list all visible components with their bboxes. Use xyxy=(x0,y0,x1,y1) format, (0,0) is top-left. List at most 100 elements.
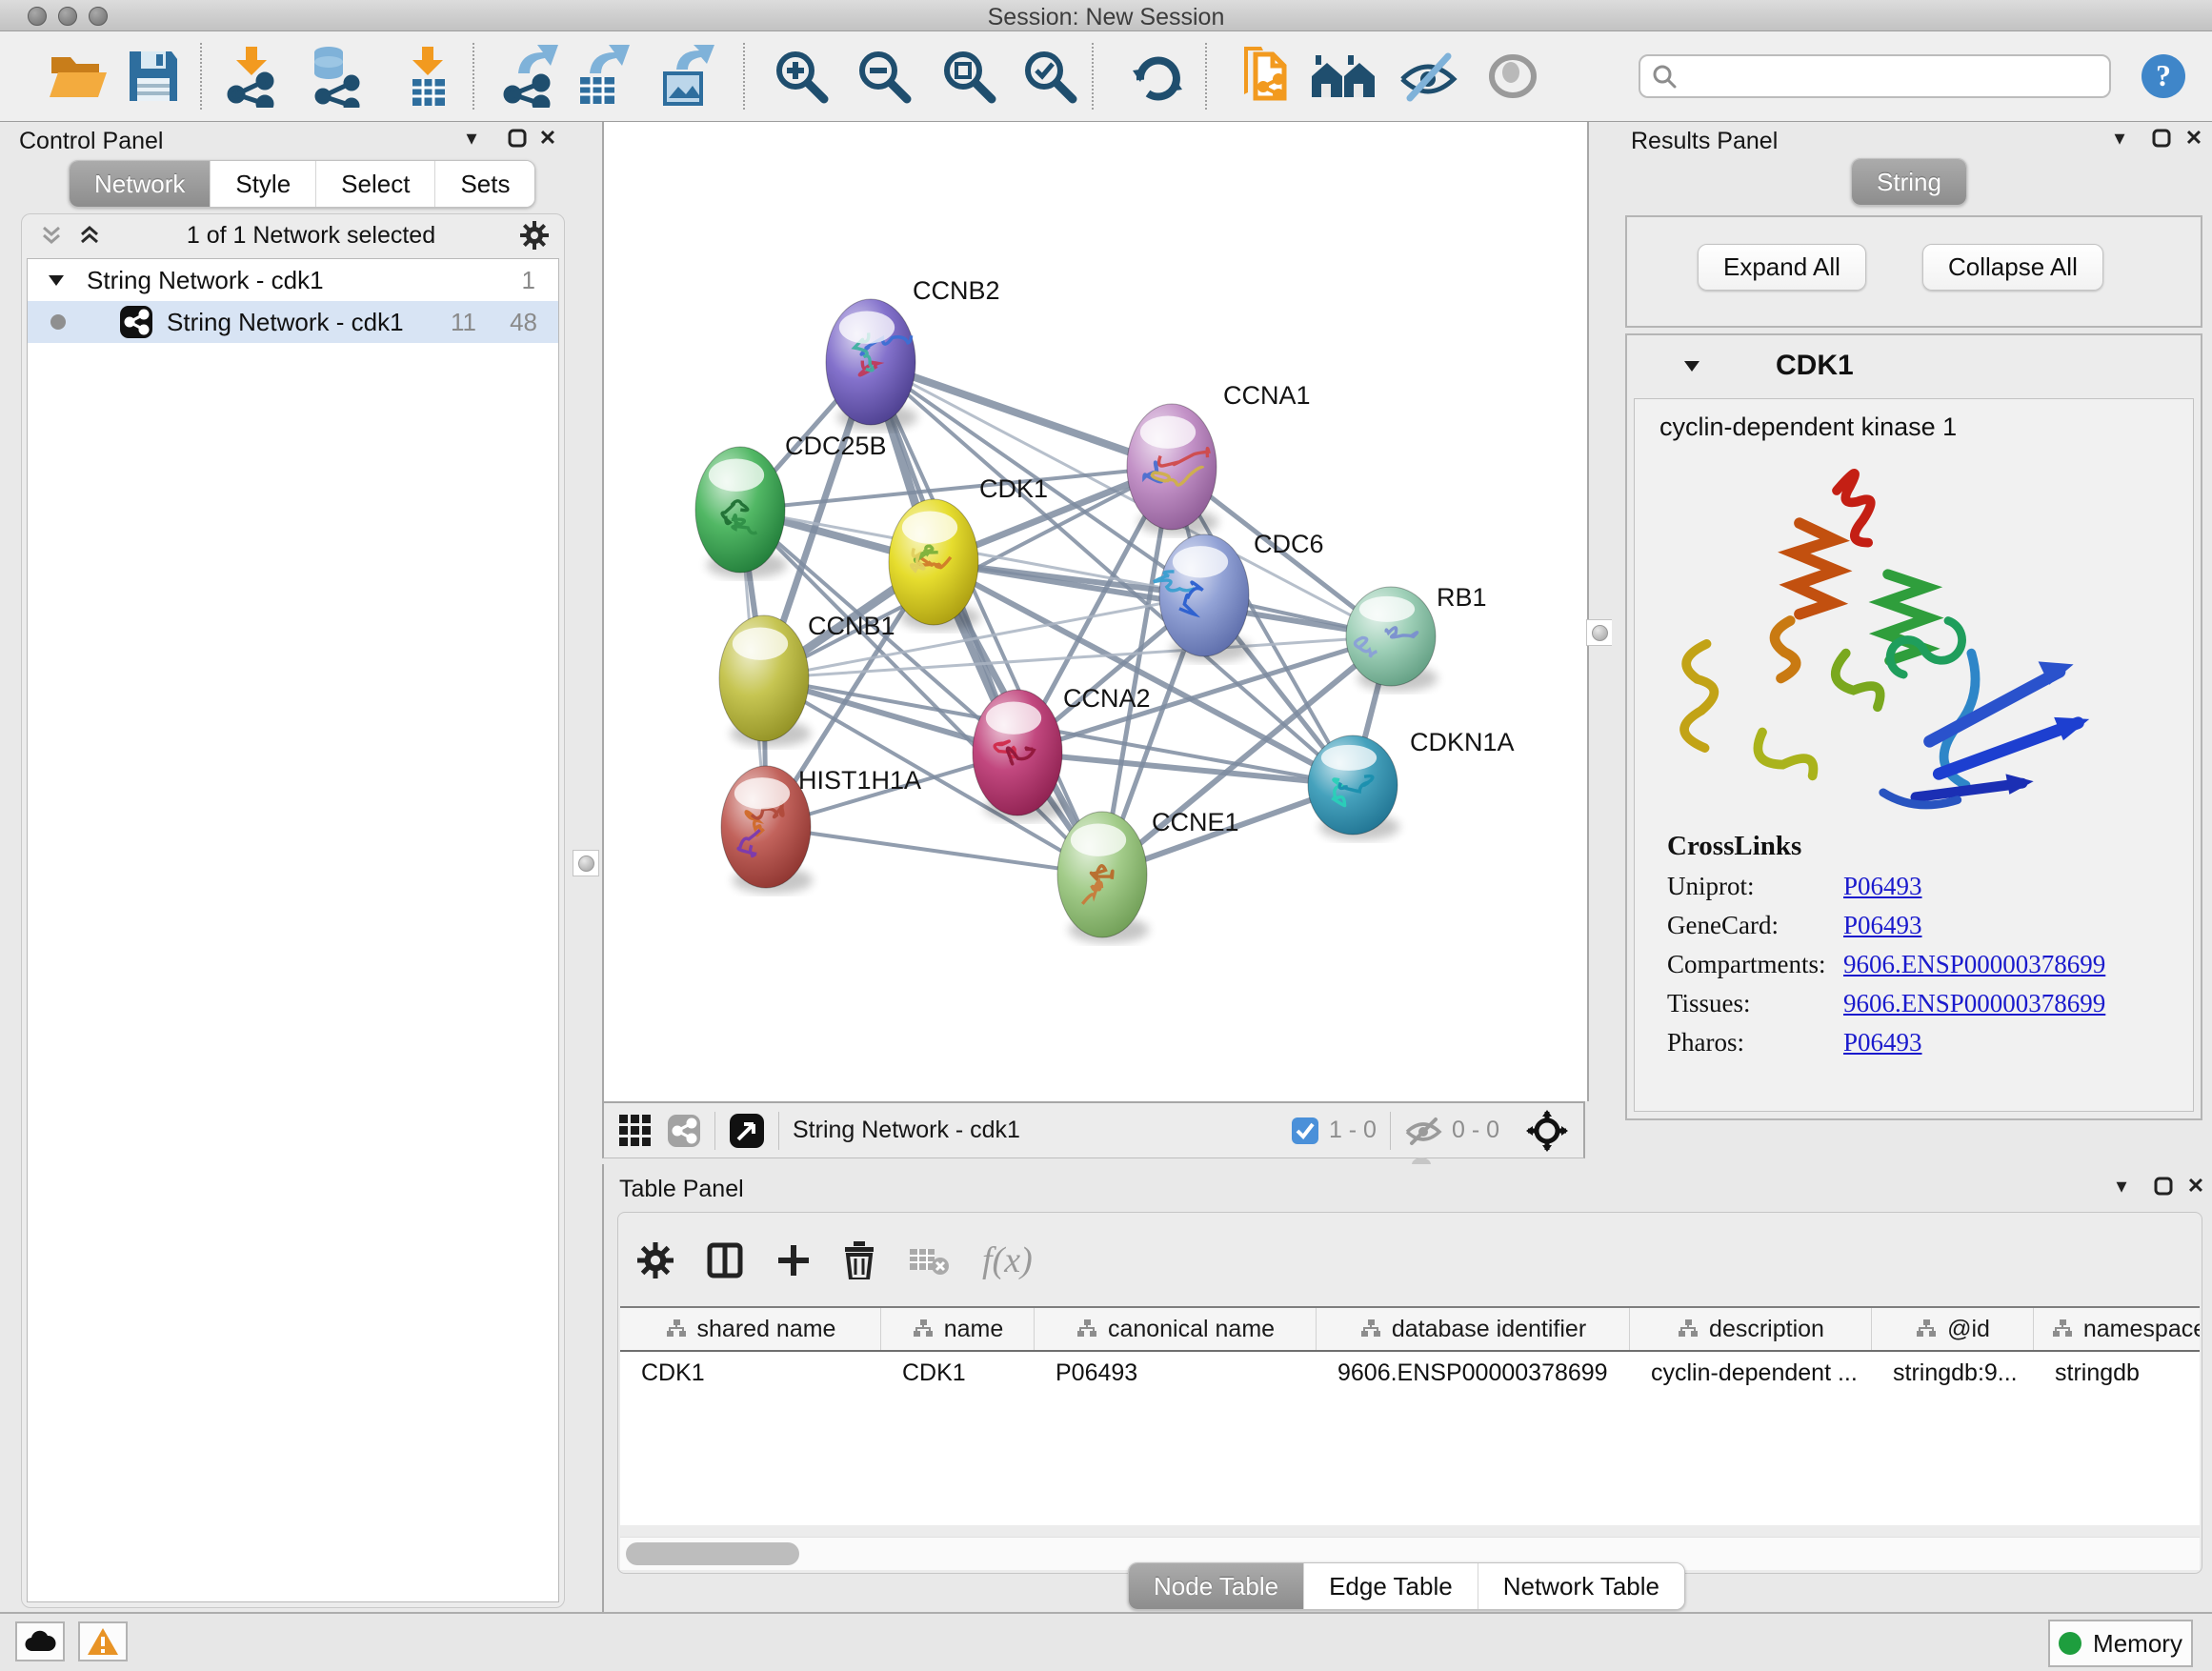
table-settings-gear-icon[interactable] xyxy=(637,1242,674,1278)
table-row[interactable]: CDK1CDK1P064939606.ENSP00000378699cyclin… xyxy=(620,1352,2200,1394)
show-columns-icon[interactable] xyxy=(706,1241,744,1279)
function-builder-icon: f(x) xyxy=(982,1239,1033,1281)
cloud-icon xyxy=(24,1630,56,1653)
zoom-fit-icon[interactable] xyxy=(929,39,1009,113)
network-status-dot xyxy=(50,314,66,330)
crosslink-link[interactable]: 9606.ENSP00000378699 xyxy=(1843,950,2105,979)
network-node-RB1[interactable]: RB1 xyxy=(1346,583,1487,692)
right-splitter-handle[interactable] xyxy=(1586,619,1613,646)
crosslink-link[interactable]: P06493 xyxy=(1843,872,1922,901)
table-cell[interactable]: 9606.ENSP00000378699 xyxy=(1317,1359,1630,1387)
hide-selected-icon[interactable] xyxy=(1388,39,1468,113)
table-panel-float-icon[interactable] xyxy=(2149,1172,2178,1200)
zoom-out-icon[interactable] xyxy=(844,39,924,113)
results-panel-float-icon[interactable] xyxy=(2147,124,2176,152)
results-panel-close-icon[interactable]: ✕ xyxy=(2180,124,2208,152)
network-row[interactable]: String Network - cdk1 11 48 xyxy=(28,301,558,343)
network-node-CCNA1[interactable]: CCNA1 xyxy=(1127,381,1311,535)
svg-text:?: ? xyxy=(2156,58,2171,92)
import-network-from-database-icon[interactable] xyxy=(298,39,378,113)
zoom-in-icon[interactable] xyxy=(761,39,841,113)
tab-node-table[interactable]: Node Table xyxy=(1129,1563,1304,1609)
tab-sets[interactable]: Sets xyxy=(435,161,534,207)
tab-edge-table[interactable]: Edge Table xyxy=(1304,1563,1478,1609)
network-canvas[interactable]: CCNB2CCNA1CDC25BCDK1CDC6RB1CCNB1CCNA2CDK… xyxy=(602,122,1589,1101)
table-cell[interactable]: CDK1 xyxy=(881,1359,1035,1387)
column-header--id[interactable]: @id xyxy=(1872,1308,2034,1350)
import-network-from-file-icon[interactable] xyxy=(213,39,293,113)
network-collection-box: 1 of 1 Network selected String Network -… xyxy=(21,213,565,1608)
column-header-description[interactable]: description xyxy=(1630,1308,1872,1350)
crosslink-link[interactable]: P06493 xyxy=(1843,1028,1922,1057)
grid-view-icon[interactable] xyxy=(619,1115,652,1147)
network-node-CCNB1[interactable]: CCNB1 xyxy=(719,612,895,747)
table-panel-close-icon[interactable]: ✕ xyxy=(2182,1172,2210,1200)
table-cell[interactable]: CDK1 xyxy=(620,1359,881,1387)
open-session-icon[interactable] xyxy=(38,39,118,113)
warnings-button[interactable] xyxy=(78,1621,128,1661)
scrollbar-thumb[interactable] xyxy=(626,1542,799,1565)
column-header-name[interactable]: name xyxy=(881,1308,1035,1350)
export-table-icon[interactable] xyxy=(562,39,642,113)
column-header-shared-name[interactable]: shared name xyxy=(620,1308,881,1350)
detach-view-icon[interactable] xyxy=(729,1113,765,1149)
selected-checkbox-icon[interactable] xyxy=(1291,1117,1319,1145)
birdseye-navigator-icon[interactable] xyxy=(1526,1110,1568,1152)
gene-section-header[interactable]: CDK1 xyxy=(1627,335,2201,396)
control-panel-float-icon[interactable] xyxy=(503,124,532,152)
control-panel-menu-icon[interactable]: ▾ xyxy=(457,124,486,152)
export-network-icon[interactable] xyxy=(492,39,572,113)
collapse-all-networks-icon[interactable] xyxy=(39,223,64,248)
table-cell[interactable]: stringdb:9... xyxy=(1872,1359,2034,1387)
node-label-CDK1: CDK1 xyxy=(979,474,1048,503)
control-panel-close-icon[interactable]: ✕ xyxy=(533,124,562,152)
results-panel-menu-icon[interactable]: ▾ xyxy=(2105,124,2134,152)
column-header-canonical-name[interactable]: canonical name xyxy=(1035,1308,1317,1350)
expand-all-button[interactable]: Expand All xyxy=(1698,244,1866,291)
save-session-icon[interactable] xyxy=(113,39,193,113)
column-header-namespace[interactable]: namespace xyxy=(2034,1308,2200,1350)
tab-network-table[interactable]: Network Table xyxy=(1478,1563,1684,1609)
tab-select[interactable]: Select xyxy=(316,161,435,207)
network-options-gear-icon[interactable] xyxy=(520,221,549,250)
network-node-HIST1H1A[interactable]: HIST1H1A xyxy=(721,766,921,894)
zoom-selected-icon[interactable] xyxy=(1010,39,1090,113)
collapse-all-button[interactable]: Collapse All xyxy=(1922,244,2103,291)
network-selection-summary: 1 of 1 Network selected xyxy=(102,222,520,250)
tab-style[interactable]: Style xyxy=(211,161,316,207)
network-node-CCNB2[interactable]: CCNB2 xyxy=(826,276,1000,431)
tab-string[interactable]: String xyxy=(1852,159,1966,205)
crosslink-link[interactable]: 9606.ENSP00000378699 xyxy=(1843,989,2105,1018)
network-node-CCNE1[interactable]: CCNE1 xyxy=(1057,808,1239,943)
table-cell[interactable]: cyclin-dependent ... xyxy=(1630,1359,1872,1387)
gene-collapse-icon[interactable] xyxy=(1682,358,1701,373)
import-table-from-file-icon[interactable] xyxy=(388,39,468,113)
left-splitter-handle[interactable] xyxy=(573,850,599,876)
export-image-icon[interactable] xyxy=(647,39,727,113)
expand-all-networks-icon[interactable] xyxy=(77,223,102,248)
table-body: CDK1CDK1P064939606.ENSP00000378699cyclin… xyxy=(620,1352,2200,1394)
search-box[interactable] xyxy=(1639,54,2111,98)
network-type-icon xyxy=(119,305,153,339)
help-icon[interactable]: ? xyxy=(2130,39,2197,113)
table-panel-menu-icon[interactable]: ▾ xyxy=(2107,1172,2136,1200)
tab-network[interactable]: Network xyxy=(70,161,211,207)
cloud-button[interactable] xyxy=(15,1621,65,1661)
delete-column-icon[interactable] xyxy=(843,1241,875,1279)
memory-button[interactable]: Memory xyxy=(2048,1620,2193,1667)
tree-expander-icon[interactable] xyxy=(47,272,66,288)
add-column-icon[interactable] xyxy=(776,1243,811,1278)
network-node-CDKN1A[interactable]: CDKN1A xyxy=(1308,728,1515,840)
delete-table-icon xyxy=(908,1245,950,1276)
network-view-mode-icon[interactable] xyxy=(667,1114,701,1148)
table-cell[interactable]: P06493 xyxy=(1035,1359,1317,1387)
refresh-layout-icon[interactable] xyxy=(1117,39,1197,113)
show-all-icon[interactable] xyxy=(1473,39,1553,113)
share-document-icon[interactable] xyxy=(1224,39,1304,113)
search-input[interactable] xyxy=(1686,62,2098,91)
network-collection-row[interactable]: String Network - cdk1 1 xyxy=(28,259,558,301)
crosslink-link[interactable]: P06493 xyxy=(1843,911,1922,940)
table-cell[interactable]: stringdb xyxy=(2034,1359,2200,1387)
column-header-database-identifier[interactable]: database identifier xyxy=(1317,1308,1630,1350)
home-networks-icon[interactable] xyxy=(1303,39,1383,113)
